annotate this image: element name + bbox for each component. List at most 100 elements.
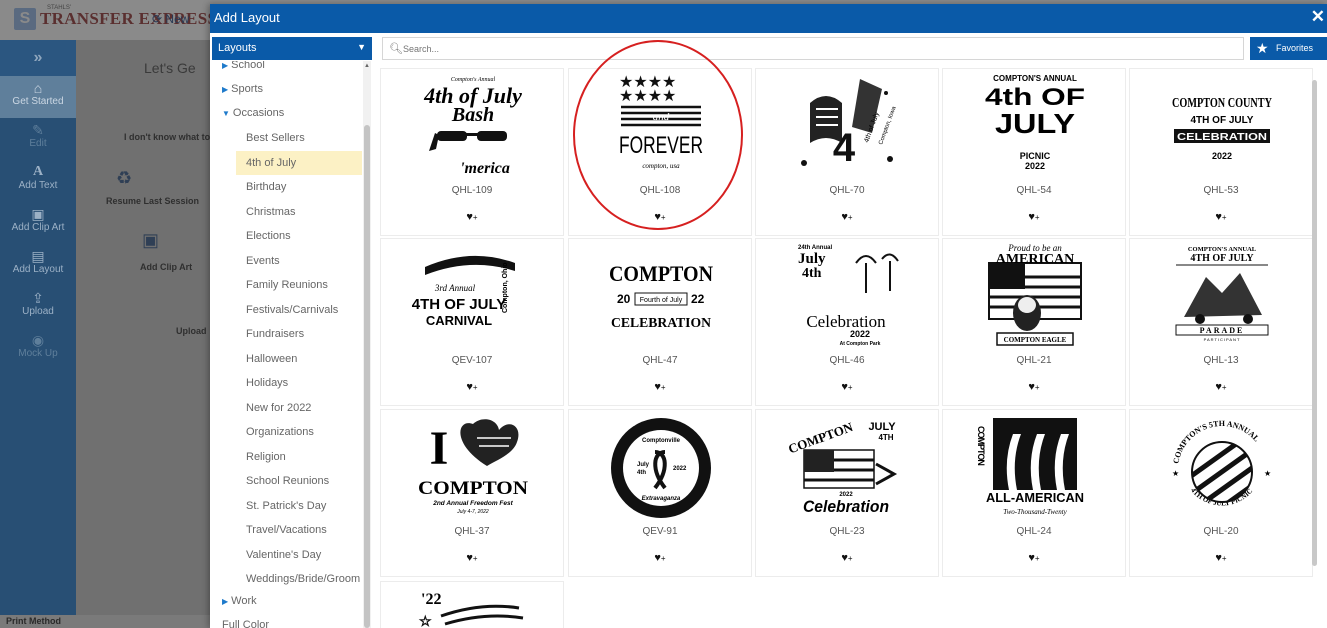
category-new-for-2022[interactable]: New for 2022	[236, 396, 362, 420]
layout-card[interactable]: COMPTON 20 Fourth of July 22 CELEBRATION…	[568, 238, 752, 406]
sidebar-item-mock-up[interactable]: ◉ Mock Up	[0, 328, 76, 370]
scrollbar-thumb[interactable]	[364, 125, 370, 628]
add-favorite-heart-icon[interactable]: ♥+	[943, 211, 1125, 223]
category-events[interactable]: Events	[236, 249, 362, 273]
category-best-sellers[interactable]: Best Sellers	[236, 126, 362, 150]
new-label: New	[165, 12, 190, 26]
category-school-reunions[interactable]: School Reunions	[236, 469, 362, 493]
layout-thumbnail: COMPTON ALL-AMERICAN Two-Thousand-Twenty	[976, 418, 1084, 516]
category-birthday[interactable]: Birthday	[236, 175, 362, 199]
add-favorite-heart-icon[interactable]: ♥+	[1130, 381, 1312, 393]
svg-text:4th: 4th	[802, 266, 822, 281]
category-family-reunions[interactable]: Family Reunions	[236, 273, 362, 297]
sidebar-item-get-started[interactable]: ⌂ Get Started	[0, 76, 76, 118]
category-holidays[interactable]: Holidays	[236, 371, 362, 395]
layout-card[interactable]: Comptonville July 4th 2022 Extravaganza …	[568, 409, 752, 577]
sidebar-item-upload[interactable]: ⇪ Upload	[0, 286, 76, 328]
sidebar-item-label: Add Layout	[12, 264, 64, 275]
category-sports[interactable]: ▶ Sports	[222, 83, 263, 95]
category-school[interactable]: ▶ School	[222, 61, 265, 71]
close-icon[interactable]: ✕	[1311, 7, 1325, 27]
category-occasions[interactable]: ▼ Occasions	[222, 107, 284, 119]
add-favorite-heart-icon[interactable]: ♥+	[1130, 552, 1312, 564]
category-christmas[interactable]: Christmas	[236, 200, 362, 224]
layout-code: QEV-107	[451, 355, 493, 366]
category-weddings-bride-groom[interactable]: Weddings/Bride/Groom	[236, 567, 362, 591]
add-favorite-heart-icon[interactable]: ♥+	[569, 211, 751, 223]
sidebar-item-label: Upload	[22, 306, 54, 317]
sidebar-item-edit[interactable]: ✎ Edit	[0, 118, 76, 160]
category-scrollbar[interactable]: ▲	[363, 61, 371, 628]
layout-thumbnail: ★★★★★★★★ and FOREVER compton, usa	[619, 73, 703, 170]
plus-glyph: +	[847, 213, 853, 222]
search-input[interactable]	[403, 40, 1203, 57]
layout-card[interactable]: COMPTON ALL-AMERICAN Two-Thousand-Twenty…	[942, 409, 1126, 577]
category-elections[interactable]: Elections	[236, 224, 362, 248]
category-4th-of-july[interactable]: 4th of July	[236, 151, 362, 175]
add-favorite-heart-icon[interactable]: ♥+	[756, 552, 938, 564]
add-favorite-heart-icon[interactable]: ♥+	[1130, 211, 1312, 223]
layout-card[interactable]: Proud to be an AMERICAN COMPTON EAGLE QH…	[942, 238, 1126, 406]
sidebar-toggle-icon[interactable]: »	[0, 40, 76, 76]
sidebar-item-add-clip-art[interactable]: ▣ Add Clip Art	[0, 202, 76, 244]
resume-last-session-button[interactable]: Resume Last Session	[106, 196, 199, 206]
image-icon: ▣	[142, 230, 160, 250]
category-select[interactable]: Layouts ▼	[212, 37, 372, 60]
brand-tag: STAHLS'	[47, 5, 72, 11]
add-favorite-heart-icon[interactable]: ♥+	[569, 552, 751, 564]
dont-know-option[interactable]: I don't know what to	[124, 132, 210, 142]
layout-card[interactable]: COMPTON JULY 4TH 2022 Celebration QHL-23…	[755, 409, 939, 577]
add-favorite-heart-icon[interactable]: ♥+	[569, 381, 751, 393]
category-fundraisers[interactable]: Fundraisers	[236, 322, 362, 346]
sidebar-item-add-layout[interactable]: ▤ Add Layout	[0, 244, 76, 286]
svg-text:2022: 2022	[1212, 151, 1232, 161]
grid-scrollbar[interactable]	[1311, 68, 1318, 628]
add-favorite-heart-icon[interactable]: ♥+	[943, 381, 1125, 393]
layout-card[interactable]: 4 4th of July Compton, Iowa QHL-70 ♥+	[755, 68, 939, 236]
scroll-up-icon[interactable]: ▲	[364, 63, 370, 69]
category-valentines-day[interactable]: Valentine's Day	[236, 543, 362, 567]
search-icon: 🔍︎	[389, 43, 403, 55]
layout-card[interactable]: COMPTON COUNTY 4TH OF JULY CELEBRATION 2…	[1129, 68, 1313, 236]
layout-card[interactable]: Compton's Annual 4th of July Bash 'meric…	[380, 68, 564, 236]
new-button[interactable]: ⟳ New	[152, 12, 189, 26]
svg-text:2nd Annual Freedom Fest: 2nd Annual Freedom Fest	[432, 500, 513, 507]
category-religion[interactable]: Religion	[236, 445, 362, 469]
layout-card[interactable]: COMPTON'S 5TH ANNUAL 4TH OF JULY PICNIC …	[1129, 409, 1313, 577]
scrollbar-thumb[interactable]	[1312, 80, 1317, 566]
add-favorite-heart-icon[interactable]: ♥+	[756, 381, 938, 393]
layout-card[interactable]: COMPTON'S ANNUAL 4th OF JULY PICNIC 2022…	[942, 68, 1126, 236]
category-organizations[interactable]: Organizations	[236, 420, 362, 444]
category-full-color[interactable]: Full Color	[222, 619, 269, 628]
add-favorite-heart-icon[interactable]: ♥+	[756, 211, 938, 223]
layout-card[interactable]: COMPTON'S ANNUAL 4TH OF JULY PARADE PART…	[1129, 238, 1313, 406]
svg-text:★★★★: ★★★★	[619, 86, 676, 105]
layout-card[interactable]: '22 ☆	[380, 581, 564, 628]
category-travel-vacations[interactable]: Travel/Vacations	[236, 518, 362, 542]
svg-text:CARNIVAL: CARNIVAL	[426, 313, 492, 328]
layout-card[interactable]: ★★★★ ★★★★ and FOREVER compton, usa QHL-10…	[568, 68, 752, 236]
layout-card[interactable]: 24th Annual July 4th Celebration 2022 At…	[755, 238, 939, 406]
add-favorite-heart-icon[interactable]: ♥+	[381, 211, 563, 223]
upload-icon: ⇪	[32, 290, 44, 306]
plus-glyph: +	[847, 554, 853, 563]
layout-card[interactable]: I COMPTON 2nd Annual Freedom Fest July 4…	[380, 409, 564, 577]
favorites-button[interactable]: ★ Favorites	[1250, 37, 1327, 60]
category-festivals-carnivals[interactable]: Festivals/Carnivals	[236, 298, 362, 322]
recycle-icon: ♻	[116, 168, 133, 188]
category-st-patricks-day[interactable]: St. Patrick's Day	[236, 494, 362, 518]
layout-code: QHL-70	[829, 185, 865, 196]
upload-option[interactable]: Upload	[176, 326, 207, 336]
add-favorite-heart-icon[interactable]: ♥+	[943, 552, 1125, 564]
add-clip-art-option[interactable]: Add Clip Art	[140, 262, 192, 272]
add-favorite-heart-icon[interactable]: ♥+	[381, 552, 563, 564]
favorites-label: Favorites	[1276, 43, 1314, 53]
svg-text:Celebration: Celebration	[806, 312, 886, 331]
add-favorite-heart-icon[interactable]: ♥+	[381, 381, 563, 393]
sidebar-item-add-text[interactable]: A Add Text	[0, 160, 76, 202]
layout-card[interactable]: 3rd Annual 4TH OF JULY CARNIVAL Compton,…	[380, 238, 564, 406]
category-halloween[interactable]: Halloween	[236, 347, 362, 371]
image-icon: ▣	[31, 206, 45, 222]
svg-text:CELEBRATION: CELEBRATION	[1177, 132, 1267, 143]
category-work[interactable]: ▶ Work	[222, 595, 257, 607]
